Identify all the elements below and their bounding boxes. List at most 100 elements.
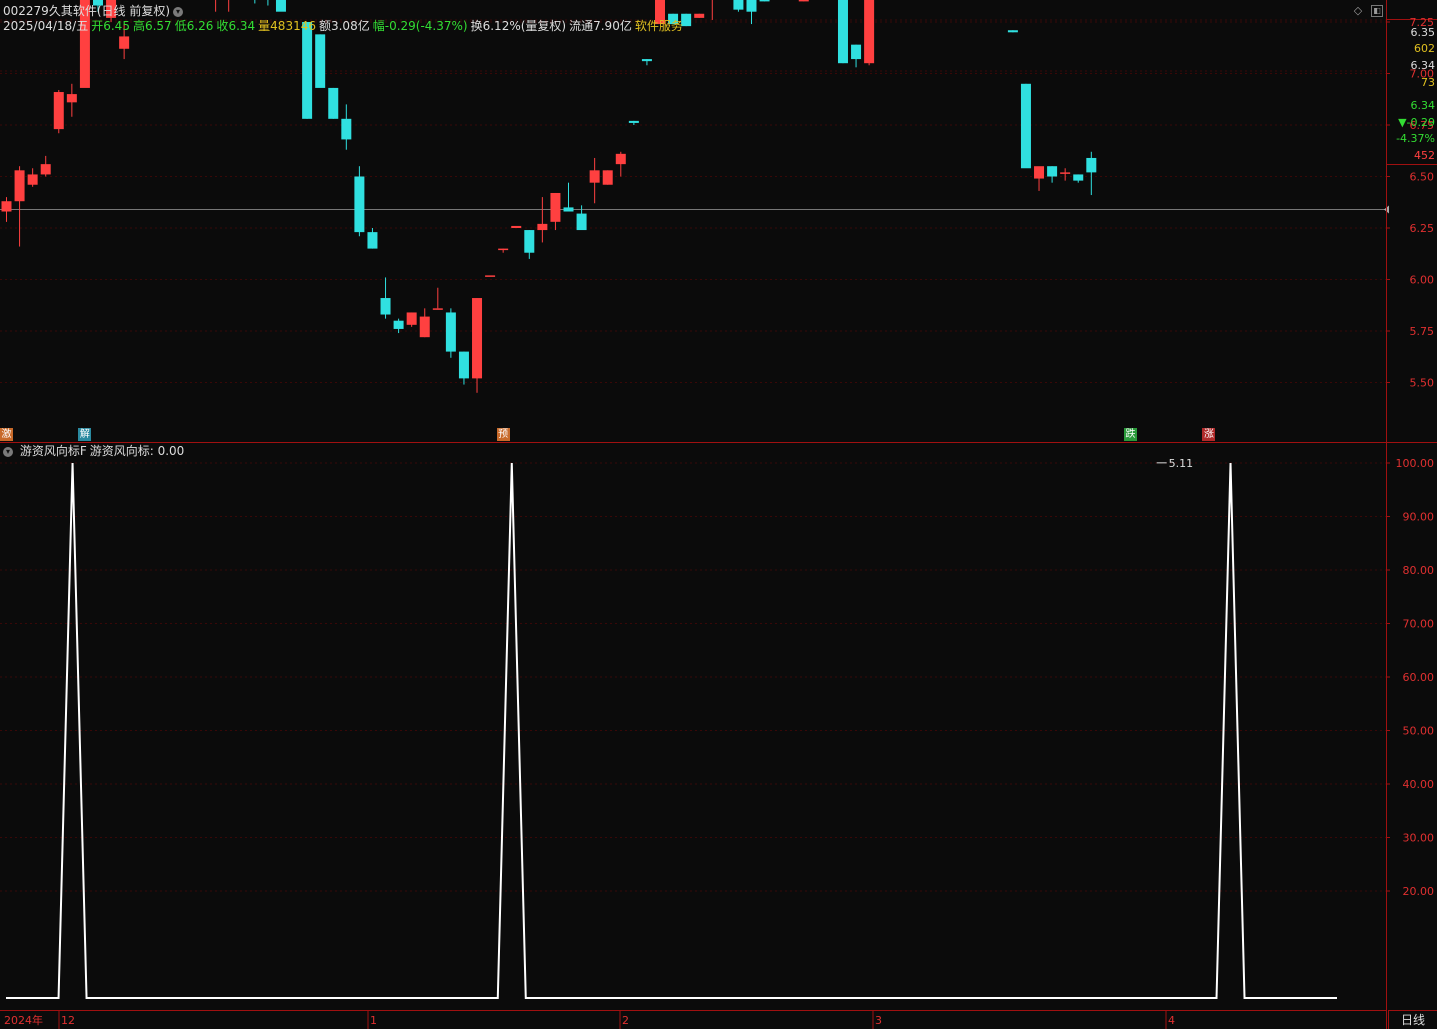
close-label: 收 <box>216 19 229 33</box>
change-value: -0.29(-4.37%) <box>384 19 468 33</box>
time-tick-label: 2 <box>622 1014 629 1027</box>
high-label: 高 <box>132 19 145 33</box>
candle-body <box>1034 166 1045 179</box>
candlestick-series <box>1 0 1097 393</box>
candle-body <box>393 320 404 329</box>
indicator-tick-label: 90.00 <box>1403 511 1435 524</box>
quote-date: 2025/04/18/五 <box>3 19 89 33</box>
candle-body <box>119 36 130 49</box>
candle-body <box>1060 172 1071 174</box>
candle-body <box>602 170 613 185</box>
candle-body <box>341 118 352 140</box>
indicator-tick-label: 70.00 <box>1403 618 1435 631</box>
candle-body <box>445 312 456 352</box>
industry-value: 软件服务 <box>634 19 683 33</box>
header-line-1: 002279久其软件(日线 前复权) ▾ <box>3 4 186 18</box>
price-tick-label: 5.50 <box>1410 377 1435 390</box>
indicator-axis-labels: 20.00 30.00 40.00 50.00 60.00 70.00 80.00 90.00… <box>1386 457 1434 898</box>
candle-body <box>628 120 639 123</box>
price-tick-label: 5.75 <box>1410 325 1435 338</box>
candle-body <box>498 248 509 251</box>
candle-body <box>641 59 652 62</box>
candle-body <box>537 223 548 231</box>
diamond-icon[interactable]: ◇ <box>1352 5 1364 17</box>
candle-body <box>367 232 378 249</box>
candle-body <box>27 174 38 185</box>
time-tick-label: 1 <box>370 1014 377 1027</box>
quote-item: 6.34 <box>1410 99 1436 112</box>
open-label: 开 <box>91 19 104 33</box>
indicator-tick-label: 30.00 <box>1403 832 1435 845</box>
turnover-value: 换6.12%(量复权) <box>470 19 567 33</box>
signal-badge[interactable]: 预 <box>496 428 510 441</box>
signal-badge[interactable]: 涨 <box>1202 428 1216 441</box>
candle-body <box>53 92 64 130</box>
signal-badge[interactable]: 解 <box>78 428 92 441</box>
chart-mode: (日线 前复权) <box>96 4 171 18</box>
indicator-value: 游资风向标: 0.00 <box>89 444 185 458</box>
time-axis-labels: 2024年 12 1 2 3 4 <box>4 1011 1175 1029</box>
candle-body <box>40 164 51 175</box>
candle-body <box>1086 157 1097 173</box>
axes <box>0 0 1437 1029</box>
candle-body <box>837 0 848 64</box>
time-tick-label: 12 <box>61 1014 75 1027</box>
candle-body <box>733 0 744 10</box>
indicator-grid <box>0 462 1386 892</box>
quote-item: ▼-0.29 <box>1398 116 1435 129</box>
indicator-dropdown-icon[interactable]: ▾ <box>3 446 13 457</box>
low-label: 低 <box>174 19 187 33</box>
candle-body <box>406 312 417 325</box>
chart-canvas: 5.505.756.006.256.506.757.007.257.50 20.… <box>0 0 1437 1029</box>
candle-body <box>524 230 535 253</box>
candle-body <box>1073 174 1084 181</box>
price-annotation: 5.11 <box>1169 457 1194 470</box>
indicator-name: 游资风向标F <box>19 444 87 458</box>
candle-body <box>472 298 483 379</box>
low-value: 6.26 <box>186 19 214 33</box>
high-value: 6.57 <box>144 19 172 33</box>
candle-body <box>485 275 496 277</box>
candle-body <box>864 0 875 64</box>
close-value: 6.34 <box>228 19 256 33</box>
candle-body <box>458 351 469 379</box>
indicator-tick-label: 80.00 <box>1403 564 1435 577</box>
candle-body <box>380 298 391 315</box>
price-annotations: 8.805.11 <box>1156 457 1194 470</box>
volume-value: 483146 <box>270 19 316 33</box>
candle-body <box>759 0 770 2</box>
candle-body <box>589 170 600 183</box>
panel-toggle-icon[interactable]: ◧ <box>1371 5 1383 17</box>
timeframe-button[interactable]: 日线 <box>1388 1010 1437 1029</box>
main-grid <box>0 19 1389 383</box>
candle-body <box>563 207 574 212</box>
candle-body <box>275 0 286 12</box>
header-line-2: 2025/04/18/五 开6.45 高6.57 低6.26 收6.34 量483146 额… <box>3 19 686 33</box>
signal-badge[interactable]: 跌 <box>1124 428 1138 441</box>
candle-body <box>354 176 365 233</box>
candle-body <box>511 225 522 228</box>
stock-code: 002279 <box>3 4 49 18</box>
amount-value: 额3.08亿 <box>318 19 370 33</box>
open-value: 6.45 <box>103 19 130 33</box>
change-label: 幅 <box>372 19 385 33</box>
candle-body <box>746 0 757 12</box>
quote-item: 6.34 <box>1410 59 1436 72</box>
indicator-tick-label: 100.00 <box>1396 457 1435 470</box>
price-tick-label: 6.25 <box>1410 222 1435 235</box>
candle-body <box>419 316 430 338</box>
quote-item: 452 <box>1414 149 1435 162</box>
indicator-tick-label: 60.00 <box>1403 671 1435 684</box>
quote-item: -4.37% <box>1396 132 1435 145</box>
candle-body <box>798 0 809 2</box>
candle-body <box>615 153 626 165</box>
float-value: 流通7.90亿 <box>569 19 632 33</box>
quote-item: 6.35 <box>1410 26 1436 39</box>
candle-body <box>302 22 313 119</box>
dropdown-icon[interactable]: ▾ <box>173 6 184 17</box>
price-tick-label: 6.50 <box>1410 171 1435 184</box>
signal-badge[interactable]: 激 <box>0 428 13 441</box>
quote-item: 602 <box>1414 42 1435 55</box>
volume-label: 量 <box>258 19 271 33</box>
stock-name: 久其软件 <box>48 4 97 18</box>
